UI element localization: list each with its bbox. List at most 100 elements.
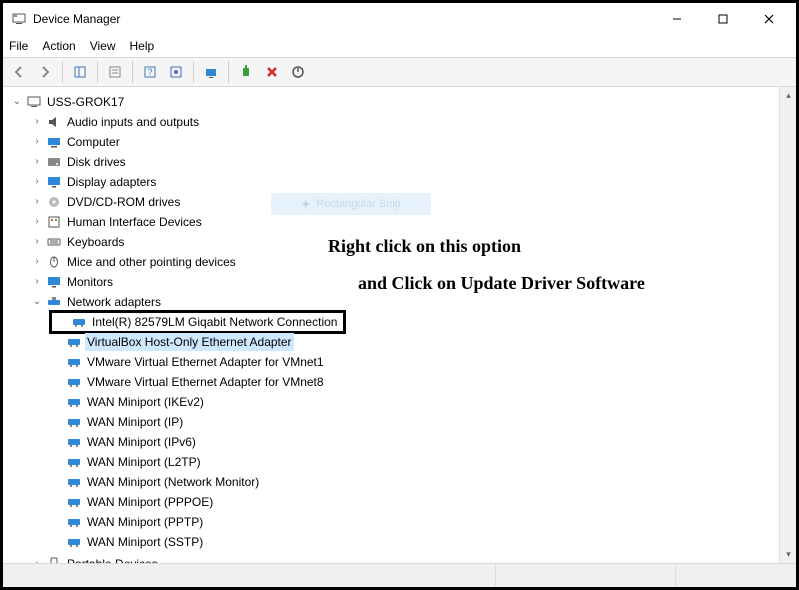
audio-icon xyxy=(46,114,62,130)
menu-help[interactable]: Help xyxy=(130,39,155,53)
menu-file[interactable]: File xyxy=(9,39,28,53)
network-adapter-icon xyxy=(66,494,82,510)
menubar: File Action View Help xyxy=(3,35,796,57)
back-button[interactable] xyxy=(7,60,31,84)
tree-category-label: Network adapters xyxy=(65,293,163,311)
menu-action[interactable]: Action xyxy=(42,39,75,53)
properties-button[interactable] xyxy=(103,60,127,84)
tree-device-label: WAN Miniport (PPTP) xyxy=(85,513,205,531)
show-hide-console-tree-button[interactable] xyxy=(68,60,92,84)
mouse-icon xyxy=(46,254,62,270)
statusbar xyxy=(3,563,796,587)
disk-icon xyxy=(46,154,62,170)
dvd-icon xyxy=(46,194,62,210)
chevron-right-icon[interactable]: › xyxy=(31,256,43,268)
chevron-right-icon[interactable]: › xyxy=(31,276,43,288)
menu-view[interactable]: View xyxy=(90,39,116,53)
enable-device-button[interactable] xyxy=(234,60,258,84)
update-driver-button[interactable] xyxy=(164,60,188,84)
maximize-button[interactable] xyxy=(700,4,746,34)
chevron-right-icon[interactable]: › xyxy=(31,136,43,148)
tree-device[interactable]: WAN Miniport (Network Monitor) xyxy=(49,473,263,491)
vertical-scrollbar[interactable]: ▴ ▾ xyxy=(779,87,796,563)
tree-device[interactable]: WAN Miniport (IKEv2) xyxy=(49,393,208,411)
tree-device[interactable]: WAN Miniport (SSTP) xyxy=(49,533,207,551)
titlebar: Device Manager xyxy=(3,3,796,35)
tree-device[interactable]: WAN Miniport (L2TP) xyxy=(49,453,205,471)
network-adapter-icon xyxy=(66,534,82,550)
tree-category[interactable]: › Display adapters xyxy=(29,173,160,191)
tree-device-label: VMware Virtual Ethernet Adapter for VMne… xyxy=(85,353,326,371)
uninstall-device-button[interactable] xyxy=(260,60,284,84)
tree-category[interactable]: › DVD/CD-ROM drives xyxy=(29,193,184,211)
tree-device[interactable]: VirtualBox Host-Only Ethernet Adapter xyxy=(49,333,296,351)
scroll-down-icon[interactable]: ▾ xyxy=(780,546,796,563)
tree-device[interactable]: WAN Miniport (PPTP) xyxy=(49,513,207,531)
tree-device[interactable]: VMware Virtual Ethernet Adapter for VMne… xyxy=(49,373,328,391)
network-adapter-icon xyxy=(66,354,82,370)
tree-category-label: Monitors xyxy=(65,273,115,291)
chevron-right-icon[interactable]: › xyxy=(31,558,43,563)
tree-category[interactable]: › Portable Devices xyxy=(29,555,162,563)
tree-root[interactable]: ⌄ USS-GROK17 xyxy=(9,93,128,111)
tree-device[interactable]: WAN Miniport (PPPOE) xyxy=(49,493,217,511)
forward-button[interactable] xyxy=(33,60,57,84)
tree-device-label: WAN Miniport (Network Monitor) xyxy=(85,473,261,491)
tree-root-label: USS-GROK17 xyxy=(45,93,126,111)
help-button[interactable]: ? xyxy=(138,60,162,84)
tree-category-label: Disk drives xyxy=(65,153,128,171)
chevron-right-icon[interactable]: › xyxy=(31,216,43,228)
tree-category[interactable]: › Disk drives xyxy=(29,153,130,171)
chevron-right-icon[interactable]: › xyxy=(31,156,43,168)
tree-device-label: Intel(R) 82579LM Giqabit Network Connect… xyxy=(90,313,339,331)
network-adapter-icon xyxy=(66,414,82,430)
keyboard-icon xyxy=(46,234,62,250)
scan-hardware-button[interactable] xyxy=(199,60,223,84)
tree-category[interactable]: ›Mice and other pointing devices xyxy=(29,253,240,271)
network-icon xyxy=(46,294,62,310)
tree-category-label: Computer xyxy=(65,133,122,151)
tree-category[interactable]: ⌄ Network adapters xyxy=(29,293,165,311)
tree-device-label: WAN Miniport (SSTP) xyxy=(85,533,205,551)
stop-device-button[interactable] xyxy=(286,60,310,84)
scroll-up-icon[interactable]: ▴ xyxy=(780,87,796,104)
monitor-icon xyxy=(46,274,62,290)
computer-icon xyxy=(46,134,62,150)
hid-icon xyxy=(46,214,62,230)
tree-category-label: Portable Devices xyxy=(65,555,160,563)
chevron-down-icon[interactable]: ⌄ xyxy=(11,96,23,108)
tree-category[interactable]: › Computer xyxy=(29,133,124,151)
network-adapter-icon xyxy=(66,394,82,410)
tree-category[interactable]: › Keyboards xyxy=(29,233,128,251)
content-area: ✦ Rectangular Snip Right click on this o… xyxy=(3,87,796,563)
tree-device[interactable]: WAN Miniport (IPv6) xyxy=(49,433,200,451)
network-adapter-icon xyxy=(66,334,82,350)
tree-device[interactable]: WAN Miniport (IP) xyxy=(49,413,187,431)
chevron-right-icon[interactable]: › xyxy=(31,116,43,128)
device-tree[interactable]: ✦ Rectangular Snip Right click on this o… xyxy=(3,87,779,563)
minimize-button[interactable] xyxy=(654,4,700,34)
tree-category-label: Keyboards xyxy=(65,233,126,251)
tree-category[interactable]: ›Audio inputs and outputs xyxy=(29,113,203,131)
tree-device-label: VMware Virtual Ethernet Adapter for VMne… xyxy=(85,373,326,391)
tree-category-label: DVD/CD-ROM drives xyxy=(65,193,182,211)
close-button[interactable] xyxy=(746,4,792,34)
tree-device-label: WAN Miniport (PPPOE) xyxy=(85,493,215,511)
window-controls xyxy=(654,4,792,34)
chevron-right-icon[interactable]: › xyxy=(31,196,43,208)
portable-icon xyxy=(46,556,62,563)
tree-device-label: WAN Miniport (IP) xyxy=(85,413,185,431)
tree-category[interactable]: › Monitors xyxy=(29,273,117,291)
chevron-right-icon[interactable]: › xyxy=(31,176,43,188)
chevron-down-icon[interactable]: ⌄ xyxy=(31,296,43,308)
tree-device-label: WAN Miniport (L2TP) xyxy=(85,453,203,471)
computer-icon xyxy=(26,94,42,110)
tree-category-label: Display adapters xyxy=(65,173,158,191)
tree-device[interactable]: VMware Virtual Ethernet Adapter for VMne… xyxy=(49,353,328,371)
network-adapter-icon xyxy=(66,374,82,390)
tree-category[interactable]: ›Human Interface Devices xyxy=(29,213,206,231)
chevron-right-icon[interactable]: › xyxy=(31,236,43,248)
tree-device[interactable]: Intel(R) 82579LM Giqabit Network Connect… xyxy=(49,310,346,334)
window-title: Device Manager xyxy=(33,12,120,26)
network-adapter-icon xyxy=(66,434,82,450)
